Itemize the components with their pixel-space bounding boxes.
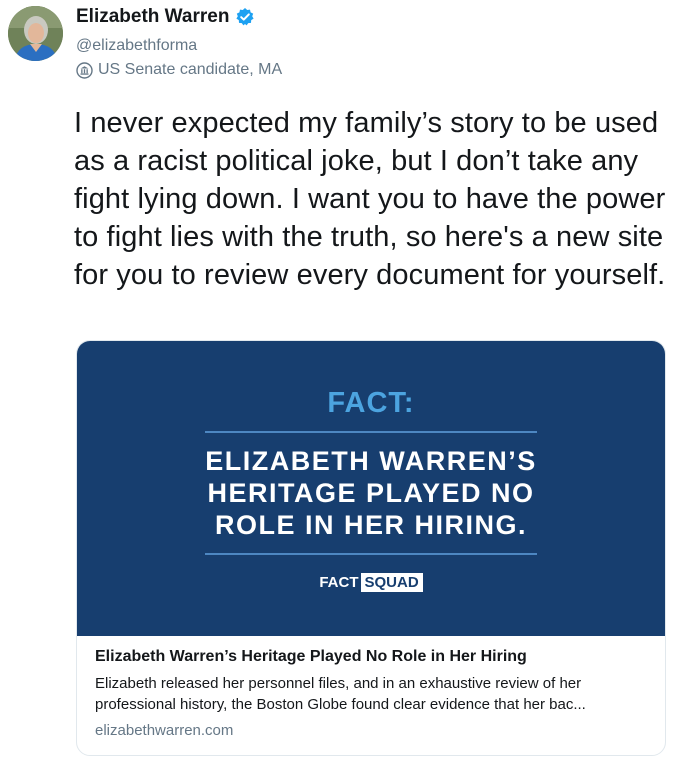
card-domain[interactable]: elizabethwarren.com [95, 722, 655, 739]
card-image-heading: FACT: [327, 387, 415, 419]
logo-text-left: FACT [319, 574, 359, 591]
card-image[interactable]: FACT: ELIZABETH WARREN’S HERITAGE PLAYED… [77, 341, 665, 636]
card-description: Elizabeth released her personnel files, … [95, 675, 586, 713]
author-label-row: US Senate candidate, MA [76, 61, 282, 79]
author-name-row[interactable]: Elizabeth Warren [76, 6, 255, 28]
avatar[interactable] [8, 6, 63, 61]
tweet-text: I never expected my family’s story to be… [74, 107, 666, 291]
tweet: Elizabeth Warren @elizabethforma US Sena… [0, 0, 680, 770]
author-label: US Senate candidate, MA [98, 61, 283, 78]
author-handle[interactable]: @elizabethforma [76, 37, 197, 55]
fact-squad-logo: FACT SQUAD [77, 573, 665, 592]
card-image-body: ELIZABETH WARREN’S HERITAGE PLAYED NO RO… [205, 446, 537, 540]
link-card[interactable]: FACT: ELIZABETH WARREN’S HERITAGE PLAYED… [76, 340, 666, 756]
verified-badge-icon [235, 7, 255, 27]
avatar-photo [8, 6, 63, 61]
author-display-name[interactable]: Elizabeth Warren [76, 6, 229, 28]
card-image-divider-bottom [205, 553, 537, 555]
card-title[interactable]: Elizabeth Warren’s Heritage Played No Ro… [95, 646, 655, 668]
card-image-divider-top [205, 431, 537, 433]
card-content[interactable]: Elizabeth Warren’s Heritage Played No Ro… [95, 646, 655, 739]
government-building-icon [76, 61, 93, 79]
logo-text-right: SQUAD [360, 573, 423, 592]
